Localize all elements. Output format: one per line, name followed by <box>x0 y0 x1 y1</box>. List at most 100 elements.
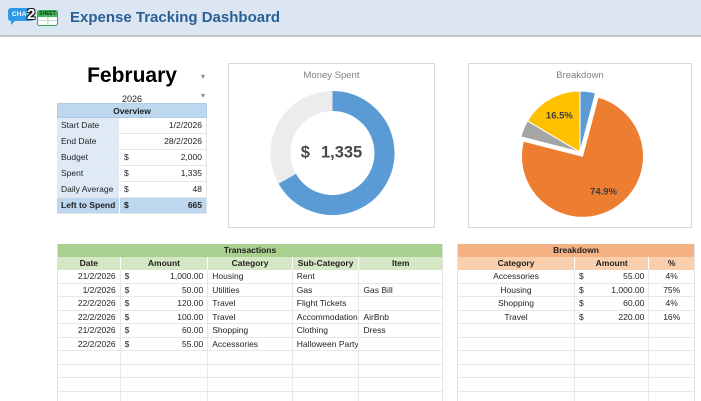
breakdown-chart: Breakdown 74.9%16.5% <box>468 63 692 228</box>
tx-cell-category[interactable] <box>208 378 293 391</box>
bd-cell-amount[interactable] <box>575 324 649 337</box>
bd-cell-amount[interactable] <box>575 338 649 351</box>
overview-row-value[interactable]: $1,335 <box>120 166 207 181</box>
tx-cell-amount[interactable]: $1,000.00 <box>121 270 209 283</box>
breakdown-row: Accessories$55.004% <box>458 270 694 284</box>
overview-row-value[interactable]: 1/2/2026 <box>120 118 207 133</box>
tx-cell-date[interactable]: 22/2/2026 <box>58 311 121 324</box>
tx-cell-amount[interactable] <box>121 392 209 401</box>
bd-cell-amount[interactable]: $220.00 <box>575 311 649 324</box>
overview-row-value[interactable]: 28/2/2026 <box>120 134 207 149</box>
bd-cell-percent[interactable]: 4% <box>649 297 694 310</box>
bd-cell-amount[interactable] <box>575 351 649 364</box>
amount-value: 55.00 <box>182 338 203 351</box>
tx-cell-date[interactable]: 1/2/2026 <box>58 284 121 297</box>
bd-cell-percent[interactable] <box>649 324 694 337</box>
bd-cell-category[interactable]: Travel <box>458 311 575 324</box>
tx-cell-category[interactable]: Utilities <box>208 284 293 297</box>
bd-cell-percent[interactable]: 4% <box>649 270 694 283</box>
currency-symbol: $ <box>124 182 129 197</box>
tx-cell-sub_category[interactable] <box>293 365 360 378</box>
tx-cell-date[interactable]: 21/2/2026 <box>58 324 121 337</box>
tx-cell-item[interactable] <box>359 351 442 364</box>
tx-cell-amount[interactable]: $55.00 <box>121 338 209 351</box>
currency-symbol: $ <box>125 311 130 324</box>
tx-cell-date[interactable] <box>58 392 121 401</box>
tx-cell-sub_category[interactable] <box>293 378 360 391</box>
tx-cell-date[interactable] <box>58 365 121 378</box>
tx-cell-sub_category[interactable]: Accommodation <box>293 311 360 324</box>
sheet-grid-icon <box>38 17 57 24</box>
tx-cell-date[interactable]: 21/2/2026 <box>58 270 121 283</box>
tx-cell-item[interactable]: Dress <box>359 324 442 337</box>
bd-cell-amount[interactable]: $55.00 <box>575 270 649 283</box>
bd-cell-category[interactable]: Shopping <box>458 297 575 310</box>
tx-cell-sub_category[interactable]: Halloween Party <box>293 338 360 351</box>
year-dropdown-icon[interactable]: ▾ <box>201 92 205 100</box>
tx-cell-category[interactable]: Housing <box>208 270 293 283</box>
tx-cell-item[interactable] <box>359 365 442 378</box>
tx-cell-amount[interactable] <box>121 365 209 378</box>
overview-row-value[interactable]: $2,000 <box>120 150 207 165</box>
breakdown-column-header: Category <box>458 257 575 270</box>
bd-cell-category[interactable] <box>458 378 575 391</box>
tx-cell-amount[interactable]: $120.00 <box>121 297 209 310</box>
bd-cell-percent[interactable]: 75% <box>649 284 694 297</box>
tx-cell-date[interactable] <box>58 351 121 364</box>
bd-cell-category[interactable]: Accessories <box>458 270 575 283</box>
bd-cell-category[interactable]: Housing <box>458 284 575 297</box>
tx-cell-category[interactable]: Shopping <box>208 324 293 337</box>
tx-cell-sub_category[interactable]: Rent <box>293 270 360 283</box>
tx-cell-category[interactable] <box>208 351 293 364</box>
bd-cell-category[interactable] <box>458 365 575 378</box>
bd-cell-percent[interactable]: 16% <box>649 311 694 324</box>
tx-cell-amount[interactable] <box>121 351 209 364</box>
bd-cell-category[interactable] <box>458 338 575 351</box>
currency-symbol: $ <box>579 284 584 297</box>
tx-cell-sub_category[interactable]: Clothing <box>293 324 360 337</box>
bd-cell-amount[interactable]: $60.00 <box>575 297 649 310</box>
bd-cell-percent[interactable] <box>649 378 694 391</box>
tx-cell-amount[interactable] <box>121 378 209 391</box>
overview-row-label: Spent <box>57 166 120 181</box>
tx-cell-category[interactable] <box>208 365 293 378</box>
tx-cell-category[interactable] <box>208 392 293 401</box>
tx-cell-item[interactable] <box>359 270 442 283</box>
tx-cell-category[interactable]: Accessories <box>208 338 293 351</box>
tx-cell-item[interactable]: Gas Bill <box>359 284 442 297</box>
tx-cell-sub_category[interactable]: Flight Tickets <box>293 297 360 310</box>
tx-cell-item[interactable] <box>359 338 442 351</box>
tx-cell-date[interactable] <box>58 378 121 391</box>
pie-label-housing: 74.9% <box>590 187 617 198</box>
tx-cell-amount[interactable]: $60.00 <box>121 324 209 337</box>
tx-cell-item[interactable]: AirBnb <box>359 311 442 324</box>
bd-cell-percent[interactable] <box>649 365 694 378</box>
tx-cell-item[interactable] <box>359 297 442 310</box>
tx-cell-sub_category[interactable] <box>293 392 360 401</box>
bd-cell-percent[interactable] <box>649 338 694 351</box>
tx-cell-date[interactable]: 22/2/2026 <box>58 297 121 310</box>
bd-cell-amount[interactable] <box>575 392 649 401</box>
tx-cell-item[interactable] <box>359 392 442 401</box>
bd-cell-percent[interactable] <box>649 392 694 401</box>
overview-row-value[interactable]: $665 <box>120 198 207 213</box>
overview-row-value[interactable]: $48 <box>120 182 207 197</box>
amount-value: 220.00 <box>618 311 644 324</box>
tx-cell-date[interactable]: 22/2/2026 <box>58 338 121 351</box>
bd-cell-category[interactable] <box>458 324 575 337</box>
bd-cell-percent[interactable] <box>649 351 694 364</box>
bd-cell-amount[interactable] <box>575 378 649 391</box>
bd-cell-amount[interactable]: $1,000.00 <box>575 284 649 297</box>
bd-cell-amount[interactable] <box>575 365 649 378</box>
bd-cell-category[interactable] <box>458 351 575 364</box>
tx-cell-sub_category[interactable]: Gas <box>293 284 360 297</box>
bd-cell-category[interactable] <box>458 392 575 401</box>
tx-cell-sub_category[interactable] <box>293 351 360 364</box>
tx-cell-amount[interactable]: $100.00 <box>121 311 209 324</box>
tx-cell-item[interactable] <box>359 378 442 391</box>
tx-cell-category[interactable]: Travel <box>208 297 293 310</box>
month-dropdown-icon[interactable]: ▾ <box>201 73 205 81</box>
month-selector[interactable]: February <box>87 64 177 87</box>
tx-cell-amount[interactable]: $50.00 <box>121 284 209 297</box>
tx-cell-category[interactable]: Travel <box>208 311 293 324</box>
